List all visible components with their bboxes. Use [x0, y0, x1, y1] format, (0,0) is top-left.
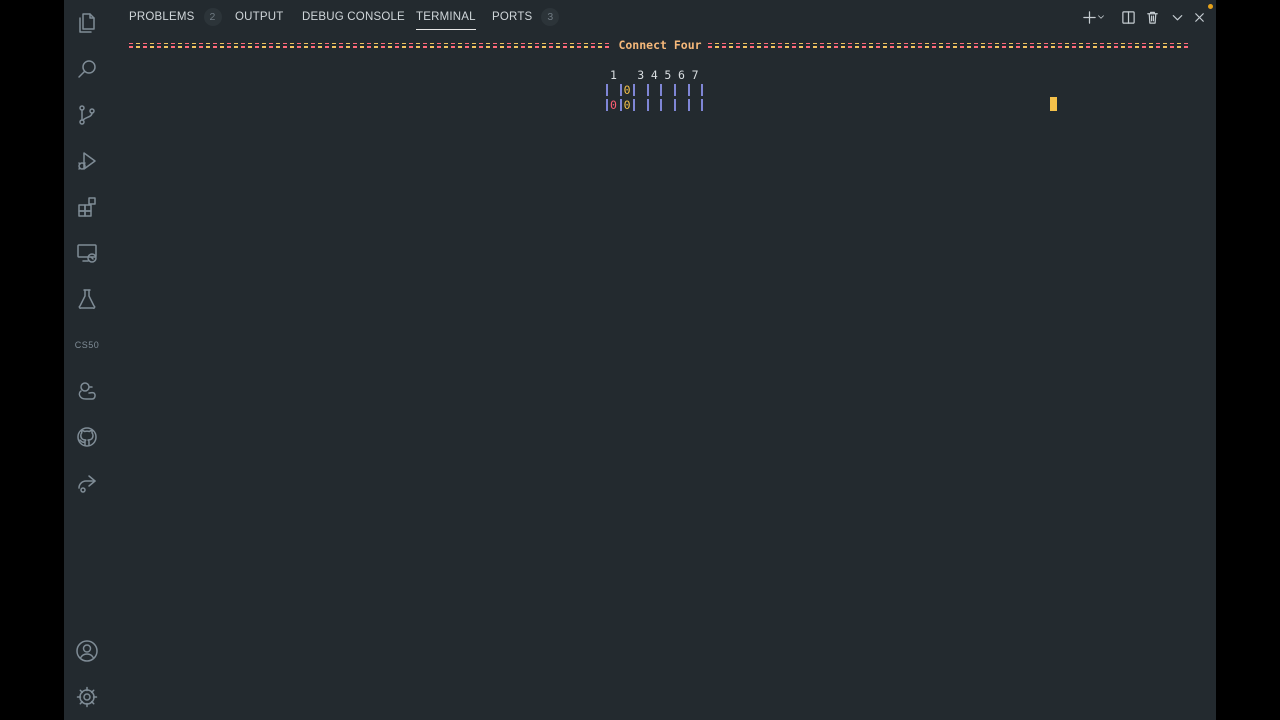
- title-banner: Connect Four: [129, 38, 1192, 52]
- cs50-icon[interactable]: CS50: [64, 322, 110, 368]
- board-divider: [701, 84, 704, 96]
- files-icon[interactable]: [64, 0, 110, 46]
- board-divider: [660, 99, 663, 111]
- terminal-area[interactable]: Connect Four 1 34567 000: [129, 34, 1193, 714]
- panel-tab-bar: PROBLEMS 2 OUTPUT DEBUG CONSOLE TERMINAL…: [110, 0, 1216, 34]
- column-number: 1: [610, 68, 617, 82]
- search-icon[interactable]: [64, 46, 110, 92]
- tab-debug-console-label: DEBUG CONSOLE: [302, 11, 405, 23]
- column-number: 6: [678, 68, 685, 82]
- board-cell: 0: [623, 98, 631, 112]
- board-divider: [606, 84, 608, 96]
- account-icon[interactable]: [64, 628, 110, 674]
- tab-ports[interactable]: PORTS 3: [492, 0, 560, 34]
- tab-output[interactable]: OUTPUT: [235, 0, 283, 34]
- extensions-icon[interactable]: [64, 184, 110, 230]
- source-control-icon[interactable]: [64, 92, 110, 138]
- banner-rule-left: [129, 42, 613, 48]
- board-divider: [674, 84, 676, 96]
- board-cell: 0: [623, 83, 631, 97]
- maximize-panel-icon[interactable]: [1167, 7, 1187, 27]
- remote-explorer-icon[interactable]: [64, 230, 110, 276]
- settings-gear-icon[interactable]: [64, 674, 110, 720]
- tab-terminal-label: TERMINAL: [416, 11, 476, 23]
- problems-count-badge: 2: [203, 8, 222, 26]
- kill-terminal-icon[interactable]: [1142, 7, 1162, 27]
- board-divider: [687, 99, 690, 111]
- split-terminal-icon[interactable]: [1118, 7, 1138, 27]
- terminal-cursor: [1050, 97, 1057, 111]
- board-divider: [646, 99, 649, 111]
- run-debug-icon[interactable]: [64, 138, 110, 184]
- share-icon[interactable]: [64, 460, 110, 506]
- banner-rule-right: [707, 42, 1192, 48]
- column-number: 5: [664, 68, 672, 82]
- tab-problems-label: PROBLEMS: [129, 11, 195, 23]
- board-divider: [606, 99, 608, 111]
- testing-icon[interactable]: [64, 276, 110, 322]
- column-number: 3: [637, 68, 645, 82]
- ports-count-badge: 3: [541, 8, 560, 26]
- board-divider: [701, 99, 704, 111]
- board-divider: [633, 84, 636, 96]
- github-icon[interactable]: [64, 414, 110, 460]
- board-divider: [633, 99, 636, 111]
- tab-terminal[interactable]: TERMINAL: [416, 0, 476, 34]
- dropdown-icon[interactable]: [1095, 7, 1107, 27]
- column-number: 4: [650, 68, 658, 82]
- tab-ports-label: PORTS: [492, 11, 533, 23]
- duck-icon[interactable]: [64, 368, 110, 414]
- tab-debug-console[interactable]: DEBUG CONSOLE: [302, 0, 405, 34]
- board-cell: 0: [610, 98, 617, 112]
- column-number: 7: [691, 68, 699, 82]
- board-divider: [674, 99, 676, 111]
- cs50-label: CS50: [74, 340, 100, 350]
- board-divider: [619, 84, 622, 96]
- board-divider: [687, 84, 690, 96]
- tab-problems[interactable]: PROBLEMS 2: [129, 0, 222, 34]
- tab-output-label: OUTPUT: [235, 11, 284, 23]
- notification-dot: [1208, 4, 1213, 9]
- editor-window: CS50 PROBLEMS 2 OUTPUT DEBUG CONSOLE TER…: [64, 0, 1216, 720]
- board-divider: [646, 84, 649, 96]
- board-divider: [619, 99, 622, 111]
- board-divider: [660, 84, 663, 96]
- activity-bar: CS50: [64, 0, 110, 720]
- close-panel-icon[interactable]: [1189, 7, 1209, 27]
- game-title: Connect Four: [618, 38, 702, 52]
